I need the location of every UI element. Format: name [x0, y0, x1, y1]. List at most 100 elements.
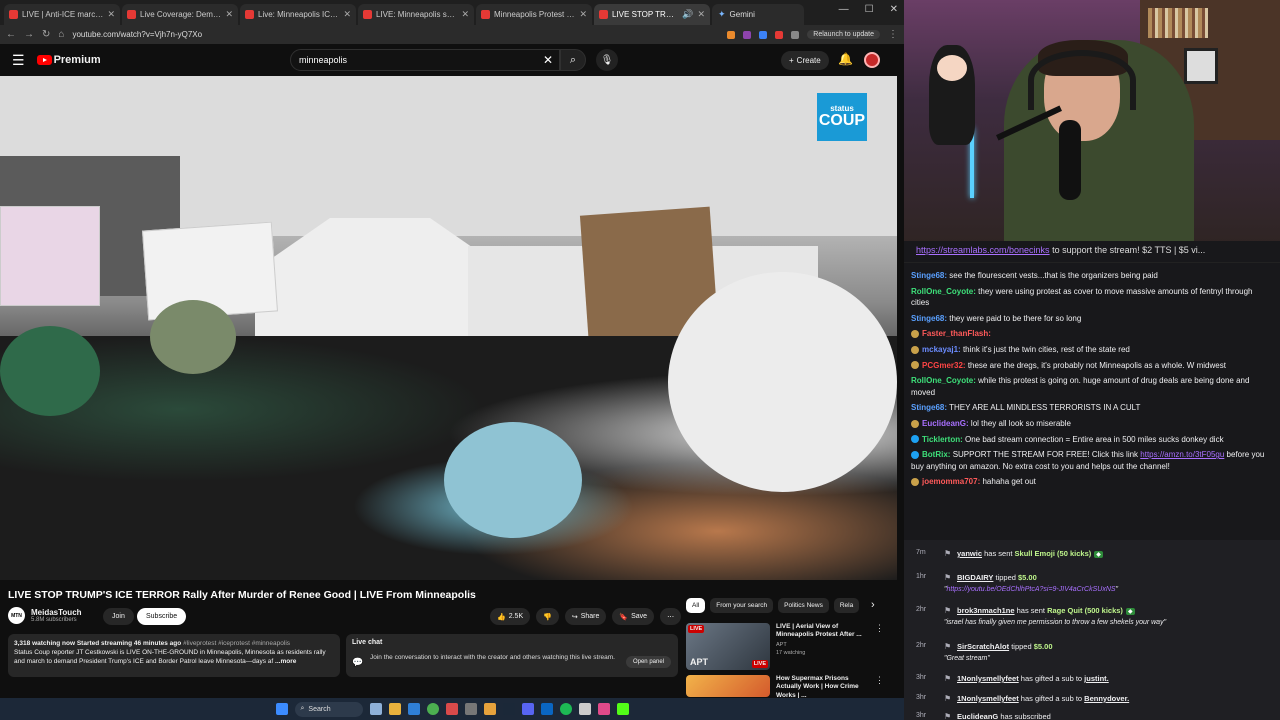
chat-link[interactable]: https://amzn.to/3tF05gu [1140, 450, 1224, 459]
chat-username[interactable]: Faster_thanFlash: [922, 329, 991, 338]
chip-politics-news[interactable]: Politics News [778, 598, 829, 613]
steam-icon[interactable] [502, 703, 515, 715]
gift-recipient[interactable]: Bennydover. [1084, 694, 1129, 703]
browser-tab-gemini[interactable]: ✦ Gemini [712, 4, 804, 25]
chevron-right-icon[interactable]: › [871, 599, 875, 611]
back-icon[interactable]: ← [6, 29, 16, 40]
discord-icon[interactable] [521, 703, 534, 715]
more-vert-icon[interactable]: ⋮ [875, 623, 884, 634]
browser-tab[interactable]: Live: Minneapolis ICE shooting ✕ [240, 4, 356, 25]
description-box[interactable]: 3,318 watching now Started streaming 46 … [8, 634, 340, 677]
youtube-logo[interactable]: Premium [36, 54, 101, 66]
browser-tab[interactable]: Minneapolis Protest - LIVE on✕ [476, 4, 592, 25]
reload-icon[interactable]: ↻ [42, 29, 50, 40]
channel-avatar[interactable]: MTN [8, 607, 25, 624]
event-username[interactable]: EuclideanG [957, 712, 998, 720]
app-icon[interactable] [407, 703, 420, 715]
event-username[interactable]: yanwic [957, 549, 982, 558]
gift-recipient[interactable]: justint. [1084, 674, 1109, 683]
minimize-icon[interactable]: — [839, 4, 849, 15]
speaker-icon[interactable]: 🔊 [682, 9, 693, 20]
browser-tab[interactable]: Live Coverage: Demonstrators✕ [122, 4, 238, 25]
event-username[interactable]: BIGDAIRY [957, 573, 993, 582]
relaunch-button[interactable]: Relaunch to update [807, 30, 880, 39]
dislike-button[interactable]: 👎 [536, 608, 559, 625]
video-thumbnail[interactable]: LIVE LIVE APT [686, 623, 770, 670]
chat-username[interactable]: RollOne_Coyote: [911, 376, 976, 385]
spotify-icon[interactable] [559, 703, 572, 715]
chat-username[interactable]: PCGmer32: [922, 361, 966, 370]
event-username[interactable]: 1Nonlysmellyfeet [957, 674, 1019, 683]
app-icon[interactable] [578, 703, 591, 715]
app-icon[interactable] [540, 703, 553, 715]
close-icon[interactable]: ✕ [225, 9, 233, 20]
hamburger-menu-icon[interactable]: ☰ [12, 52, 25, 69]
chat-username[interactable]: Stinge68: [911, 314, 947, 323]
join-button[interactable]: Join [103, 608, 134, 625]
home-icon[interactable]: ⌂ [58, 29, 64, 40]
chat-username[interactable]: BotRix: [922, 450, 950, 459]
like-button[interactable]: 👍 2.5K [490, 608, 531, 625]
event-link[interactable]: https://youtu.be/OEdChlhPtcA?si=9-JIV4aC… [947, 586, 1116, 593]
close-icon[interactable]: ✕ [579, 9, 587, 20]
extension-icon[interactable] [775, 30, 784, 39]
event-username[interactable]: 1Nonlysmellyfeet [957, 694, 1019, 703]
close-icon[interactable]: ✕ [697, 9, 705, 20]
chat-username[interactable]: EuclideanG: [922, 419, 969, 428]
event-username[interactable]: brok3nmach1ne [957, 606, 1015, 615]
rec-channel[interactable]: APT [776, 642, 868, 648]
chat-username[interactable]: mckayaj1: [922, 345, 961, 354]
avatar[interactable] [864, 52, 880, 68]
channel-name[interactable]: MeidasTouch [31, 608, 82, 617]
chip-related[interactable]: Rela [833, 598, 860, 613]
forward-icon[interactable]: → [24, 29, 34, 40]
clear-search-icon[interactable]: ✕ [543, 53, 553, 67]
recommended-video[interactable]: How Supermax Prisons Actually Work | How… [686, 675, 886, 698]
chat-username[interactable]: joemomma707: [922, 477, 980, 486]
taskview-icon[interactable] [369, 703, 382, 715]
close-icon[interactable]: ✕ [343, 9, 351, 20]
hashtags[interactable]: #liveprotest #iceprotest #minneapolis [183, 640, 290, 647]
app-icon[interactable] [388, 703, 401, 715]
taskbar-search[interactable]: ⌕ Search [294, 701, 363, 717]
kebab-menu-icon[interactable]: ⋮ [888, 29, 898, 40]
share-button[interactable]: ↪ Share [564, 608, 607, 625]
browser-tab[interactable]: LIVE: Minneapolis shooting ICE ✕ [358, 4, 474, 25]
recommended-video[interactable]: LIVE LIVE APT LIVE | Aerial View of Minn… [686, 623, 886, 670]
extension-icon[interactable] [743, 30, 752, 39]
subscribe-button[interactable]: Subscribe [137, 608, 187, 625]
pinned-link[interactable]: https://streamlabs.com/bonecinks [916, 245, 1050, 255]
chip-from-your-search[interactable]: From your search [710, 598, 774, 613]
show-more-link[interactable]: ...more [275, 658, 296, 665]
chat-username[interactable]: Ticklerton: [922, 435, 963, 444]
extension-icon[interactable] [727, 30, 736, 39]
rec-title[interactable]: LIVE | Aerial View of Minneapolis Protes… [776, 623, 868, 640]
app-icon[interactable] [597, 703, 610, 715]
maximize-icon[interactable]: ☐ [865, 4, 874, 15]
chip-all[interactable]: All [686, 598, 706, 613]
open-panel-button[interactable]: Open panel [625, 656, 671, 668]
extension-icon[interactable] [759, 30, 768, 39]
search-button[interactable]: ⌕ [560, 49, 586, 71]
url-field[interactable]: youtube.com/watch?v=Vjh7n-yQ7Xo [72, 30, 719, 39]
close-icon[interactable]: ✕ [461, 9, 469, 20]
close-icon[interactable]: ✕ [107, 9, 115, 20]
browser-tab[interactable]: LIVE | Anti-ICE march set to ta ✕ [4, 4, 120, 25]
browser-tab-active[interactable]: LIVE STOP TRUMP'S ICE TE🔊 ✕ [594, 4, 710, 25]
app-icon[interactable] [464, 703, 477, 715]
notifications-bell-icon[interactable]: 🔔 [838, 52, 853, 66]
video-player[interactable]: status COUP [0, 76, 897, 580]
chat-username[interactable]: Stinge68: [911, 271, 947, 280]
chrome-icon[interactable] [426, 703, 439, 715]
kick-icon[interactable] [616, 703, 629, 715]
windows-start-icon[interactable] [275, 703, 288, 715]
search-input[interactable]: minneapolis [290, 49, 560, 71]
app-icon[interactable] [445, 703, 458, 715]
extension-icon[interactable] [791, 30, 800, 39]
more-vert-icon[interactable]: ⋮ [875, 675, 884, 686]
event-username[interactable]: SirScratchAlot [957, 642, 1009, 651]
video-thumbnail[interactable] [686, 675, 770, 697]
folder-icon[interactable] [483, 703, 496, 715]
create-button[interactable]: + Create [781, 51, 829, 70]
close-window-icon[interactable]: ✕ [890, 4, 898, 15]
